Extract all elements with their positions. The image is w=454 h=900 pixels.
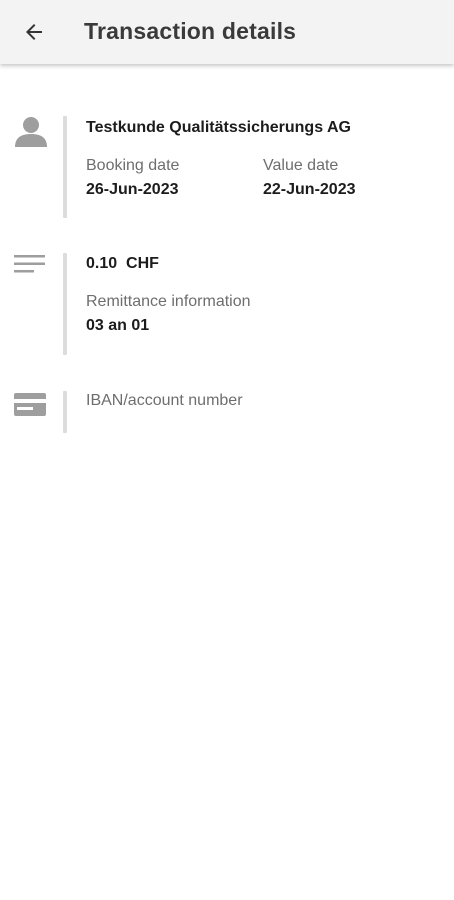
notes-lines-icon [14,255,45,273]
remittance-value: 03 an 01 [86,317,150,334]
amount-value: 0.10 CHF [86,255,159,272]
value-date-value: 22-Jun-2023 [263,181,356,198]
iban-label: IBAN/account number [86,392,243,409]
card-icon [14,393,46,416]
value-date-label: Value date [263,157,339,174]
counterparty-name: Testkunde Qualitätssicherungs AG [86,119,351,136]
booking-date-label: Booking date [86,157,180,174]
remittance-label: Remittance information [86,293,251,310]
section-divider [63,253,67,355]
booking-date-value: 26-Jun-2023 [86,181,179,198]
app-bar: Transaction details [0,0,454,64]
section-divider [63,116,67,218]
arrow-left-icon [26,24,42,40]
person-icon [15,117,47,147]
back-button[interactable] [14,12,54,52]
section-divider [63,391,67,433]
page-title: Transaction details [84,18,297,44]
